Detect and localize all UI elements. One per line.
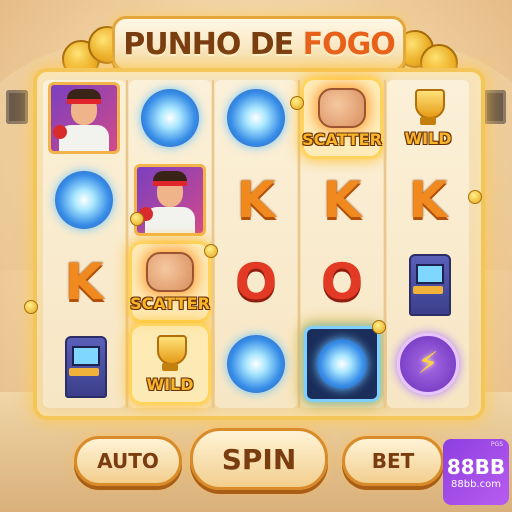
reel-cell: K bbox=[218, 162, 294, 238]
reel-cell bbox=[46, 326, 122, 402]
gold-coin-icon bbox=[204, 244, 218, 258]
gold-coin-icon bbox=[290, 96, 304, 110]
reel-cell bbox=[46, 162, 122, 238]
gold-coin-icon bbox=[130, 212, 144, 226]
scatter-label: SCATTER bbox=[130, 293, 210, 313]
scatter-symbol: SCATTER bbox=[302, 80, 382, 156]
wild-label: WILD bbox=[146, 374, 194, 394]
symbol-k: K bbox=[64, 253, 104, 311]
bet-button[interactable]: BET bbox=[342, 436, 444, 486]
arcade-cabinet-icon bbox=[405, 250, 451, 316]
symbol-k: K bbox=[408, 171, 448, 229]
gold-coin-icon bbox=[24, 300, 38, 314]
trophy-icon bbox=[409, 88, 447, 127]
wild-label: WILD bbox=[404, 128, 452, 148]
energy-orb-icon bbox=[55, 171, 113, 229]
symbol-k: K bbox=[236, 171, 276, 229]
reel-cell bbox=[132, 80, 208, 156]
trophy-icon bbox=[151, 334, 189, 373]
reel-cell bbox=[218, 80, 294, 156]
symbol-o: O bbox=[320, 253, 364, 311]
reel-cell: SCATTER bbox=[130, 244, 210, 320]
gold-coin-icon bbox=[468, 190, 482, 204]
game-title-plaque: PUNHO DE FOGO bbox=[112, 16, 406, 72]
title-part-2: FOGO bbox=[302, 26, 396, 62]
reel-cell: O bbox=[304, 244, 380, 320]
reel-cell: K bbox=[304, 162, 380, 238]
reel-cell: WILD bbox=[390, 80, 466, 156]
energy-orb-icon bbox=[141, 89, 199, 147]
arcade-cabinet-icon bbox=[61, 332, 107, 398]
wild-symbol: WILD bbox=[390, 80, 466, 156]
reel-cell bbox=[304, 326, 380, 402]
symbol-o: O bbox=[234, 253, 278, 311]
energy-orb-icon bbox=[227, 89, 285, 147]
brand-name: 88BB bbox=[446, 454, 506, 479]
reel-divider bbox=[384, 80, 386, 408]
reels-frame: K SCATTER WILD K O SCATTER K O WILD K ⚡ bbox=[33, 68, 485, 420]
reel-cell bbox=[46, 80, 122, 156]
reel-cell bbox=[132, 162, 208, 238]
reel-cell: WILD bbox=[132, 326, 208, 402]
stadium-light-right bbox=[484, 90, 506, 124]
framed-orb-tile bbox=[304, 326, 380, 402]
stadium-light-left bbox=[6, 90, 28, 124]
reel-cell: K bbox=[390, 162, 466, 238]
reel-divider bbox=[298, 80, 300, 408]
brand-corner-mark: PGS bbox=[490, 441, 503, 448]
auto-button[interactable]: AUTO bbox=[74, 436, 182, 486]
fighter-portrait-icon bbox=[48, 82, 120, 154]
spin-button[interactable]: SPIN bbox=[190, 428, 328, 490]
scatter-label: SCATTER bbox=[302, 129, 382, 149]
game-title: PUNHO DE FOGO bbox=[123, 26, 396, 62]
fist-icon bbox=[318, 87, 366, 128]
symbol-k: K bbox=[322, 171, 362, 229]
lightning-orb-icon: ⚡ bbox=[397, 333, 459, 395]
reel-cell bbox=[218, 326, 294, 402]
reel-cell: SCATTER bbox=[302, 80, 382, 156]
reel-cell: K bbox=[46, 244, 122, 320]
fighter-portrait-icon bbox=[134, 164, 206, 236]
gold-coin-icon bbox=[372, 320, 386, 334]
reel-cell bbox=[390, 244, 466, 320]
scatter-symbol: SCATTER bbox=[130, 244, 210, 320]
energy-orb-icon bbox=[317, 339, 367, 389]
reel-cell: O bbox=[218, 244, 294, 320]
fist-icon bbox=[146, 251, 194, 292]
reel-divider bbox=[126, 80, 128, 408]
reel-cell: ⚡ bbox=[390, 326, 466, 402]
wild-symbol: WILD bbox=[132, 326, 208, 402]
energy-orb-icon bbox=[227, 335, 285, 393]
brand-badge[interactable]: PGS 88BB 88bb.com bbox=[443, 439, 509, 505]
brand-url: 88bb.com bbox=[451, 478, 501, 490]
title-part-1: PUNHO DE bbox=[123, 26, 303, 62]
